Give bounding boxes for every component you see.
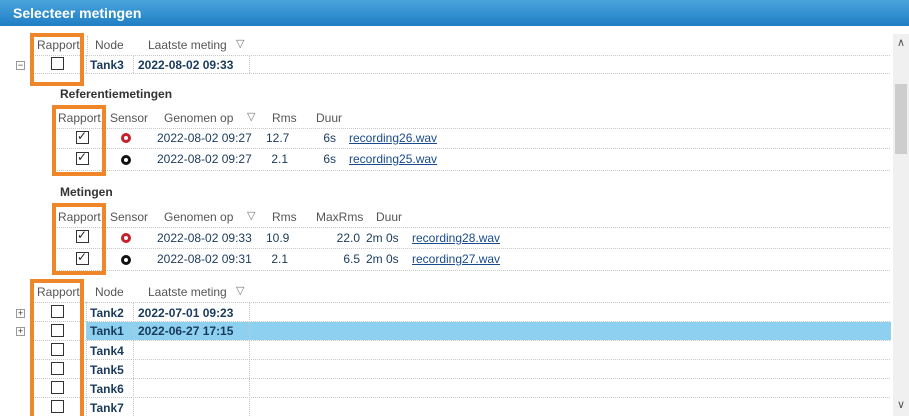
ref-row2-duur: 6s [323,152,336,166]
row-divider [30,359,890,360]
row-divider [30,340,890,341]
ref-header-genomen-op[interactable]: Genomen op [164,111,233,125]
tank6-name[interactable]: Tank6 [90,382,124,396]
sort-icon[interactable]: ▽ [247,110,255,123]
met-row2-rms: 2.1 [271,252,288,266]
rapport-highlight-box [30,279,84,416]
expand-icon[interactable]: + [16,327,25,336]
tank1-date: 2022-06-27 17:15 [138,324,234,338]
sort-icon[interactable]: ▽ [247,209,255,222]
met-header-duur[interactable]: Duur [376,210,402,224]
rapport-highlight-box [52,105,106,176]
ref-header-sensor[interactable]: Sensor [110,111,148,125]
tank2-name[interactable]: Tank2 [90,306,124,320]
tank3-date: 2022-08-02 09:33 [138,58,234,72]
row-divider [30,73,890,74]
row-divider [30,378,890,379]
scroll-thumb[interactable] [895,84,907,154]
row-divider [54,227,890,228]
ref-row2-rms: 2.1 [271,152,288,166]
row-divider [30,55,890,56]
row-divider [30,302,890,303]
sensor-red-icon [121,133,131,143]
met-row2-duur: 2m 0s [366,252,399,266]
met-row1-maxrms: 22.0 [336,231,360,245]
tank7-name[interactable]: Tank7 [90,401,124,415]
met-row1-duur: 2m 0s [366,231,399,245]
ref-header-rms[interactable]: Rms [272,111,297,125]
section-metingen: Metingen [60,185,113,199]
ref-row2-date: 2022-08-02 09:27 [157,152,252,166]
met-header-sensor[interactable]: Sensor [110,210,148,224]
met-header-maxrms[interactable]: MaxRms [316,210,363,224]
tank1-name[interactable]: Tank1 [90,324,124,338]
cell-divider [133,55,134,73]
row-divider [54,128,890,129]
window-title: Selecteer metingen [0,0,909,26]
header-laatste-meting[interactable]: Laatste meting [148,38,227,52]
ref-row1-file-link[interactable]: recording26.wav [349,131,437,145]
column-divider [133,302,134,416]
collapse-icon[interactable]: − [16,61,25,70]
row-divider [30,397,890,398]
ref-row1-duur: 6s [323,131,336,145]
header-divider [87,36,88,54]
rapport-highlight-box [30,33,84,86]
rapport-highlight-box [52,203,106,275]
met-row1-rms: 10.9 [266,231,290,245]
scroll-up-icon[interactable]: ∧ [893,36,909,50]
sort-icon[interactable]: ▽ [236,37,244,50]
ref-row2-file-link[interactable]: recording25.wav [349,152,437,166]
met-row2-maxrms: 6.5 [343,252,360,266]
row-divider [54,248,890,249]
met-header-rms[interactable]: Rms [272,210,297,224]
met-row2-file-link[interactable]: recording27.wav [412,252,500,266]
column-divider [249,302,250,416]
tank4-name[interactable]: Tank4 [90,344,124,358]
sensor-black-icon [121,255,131,265]
ref-row1-date: 2022-08-02 09:27 [157,131,252,145]
cell-divider [249,55,250,73]
tank5-name[interactable]: Tank5 [90,363,124,377]
header-node[interactable]: Node [95,38,124,52]
vertical-scrollbar[interactable]: ∧ ∨ [893,34,909,416]
header-node[interactable]: Node [95,285,124,299]
met-row1-file-link[interactable]: recording28.wav [412,231,500,245]
row-divider [54,270,890,271]
sensor-black-icon [121,155,131,165]
scroll-down-icon[interactable]: ∨ [893,398,909,412]
cell-divider [86,55,87,73]
row-divider [54,148,890,149]
header-laatste-meting[interactable]: Laatste meting [148,285,227,299]
tank3-name[interactable]: Tank3 [90,58,124,72]
expand-icon[interactable]: + [16,309,25,318]
met-row1-date: 2022-08-02 09:33 [157,231,252,245]
met-row2-date: 2022-08-02 09:31 [157,252,252,266]
section-referentiemetingen: Referentiemetingen [60,87,173,101]
ref-row1-rms: 12.7 [266,131,290,145]
sort-icon[interactable]: ▽ [236,284,244,297]
sensor-red-icon [121,233,131,243]
met-header-genomen-op[interactable]: Genomen op [164,210,233,224]
row-divider [54,170,890,171]
column-divider [86,302,87,416]
tank2-date: 2022-07-01 09:23 [138,306,234,320]
ref-header-duur[interactable]: Duur [316,111,342,125]
